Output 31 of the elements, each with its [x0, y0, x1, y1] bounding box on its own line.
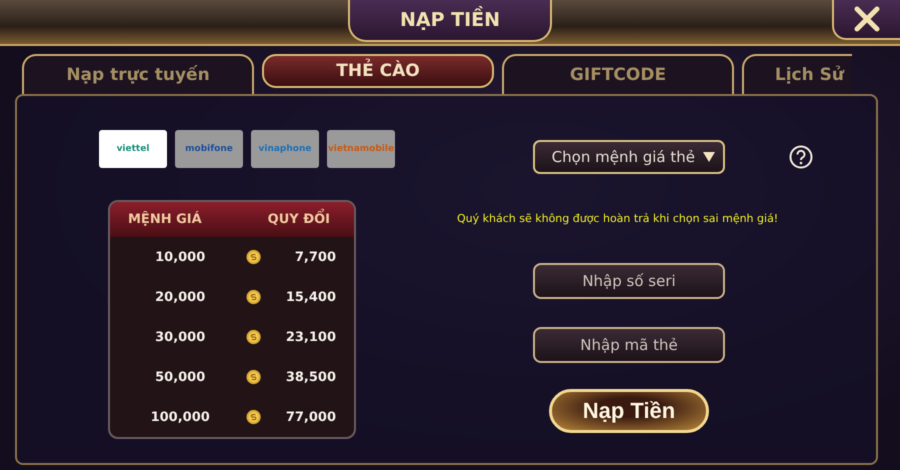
- coin-icon: [246, 409, 262, 425]
- table-cell-text: 50,000: [154, 370, 206, 384]
- table-cell-text: 23,100: [284, 330, 336, 344]
- table-cell-text: 7,700: [294, 250, 336, 264]
- table-cell-text: 10,000: [154, 250, 206, 264]
- coin-icon: [246, 289, 262, 305]
- warning-text: Quý khách sẽ không được hoàn trả khi chọn sai mệnh giá!: [457, 212, 780, 225]
- coin-icon: [246, 329, 262, 345]
- close-icon: [854, 6, 880, 32]
- coin-icon: [246, 249, 262, 265]
- help-icon[interactable]: [789, 145, 813, 169]
- tab[interactable]: THẺ CÀO: [262, 54, 494, 88]
- tab[interactable]: GIFTCODE: [502, 54, 734, 94]
- table-cell-text: 30,000: [154, 330, 206, 344]
- table-cell-text: 20,000: [154, 290, 206, 304]
- carrier-logo[interactable]: viettel: [99, 130, 167, 168]
- submit-button[interactable]: Nạp Tiền: [549, 389, 709, 433]
- tab[interactable]: Lịch Sử: [742, 54, 852, 94]
- denomination-dropdown[interactable]: Chọn mệnh giá thẻ: [533, 140, 725, 174]
- window-title: NẠP TIỀN: [348, 0, 552, 42]
- table-cell-text: 15,400: [284, 290, 336, 304]
- table-cell-text: 100,000: [150, 410, 211, 424]
- table-cell-text: 38,500: [284, 370, 336, 384]
- table-cell-text: 77,000: [284, 410, 336, 424]
- coin-icon: [246, 369, 262, 385]
- serial-input[interactable]: Nhập số seri: [533, 263, 725, 299]
- close-button[interactable]: [832, 0, 900, 40]
- card-code-input[interactable]: Nhập mã thẻ: [533, 327, 725, 363]
- tab[interactable]: Nạp trực tuyến: [22, 54, 254, 94]
- column-header: MỆNH GIÁ: [128, 212, 202, 227]
- caret-icon: [703, 152, 715, 162]
